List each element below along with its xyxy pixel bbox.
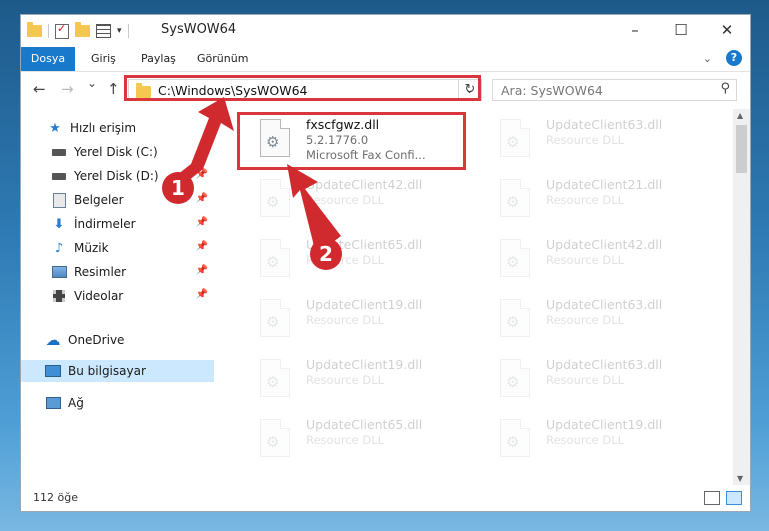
callout-1: 1	[162, 172, 194, 204]
annotation-arrows	[177, 97, 341, 250]
callout-2: 2	[310, 238, 342, 270]
arrow-1	[177, 97, 234, 181]
arrow-2	[287, 164, 341, 250]
